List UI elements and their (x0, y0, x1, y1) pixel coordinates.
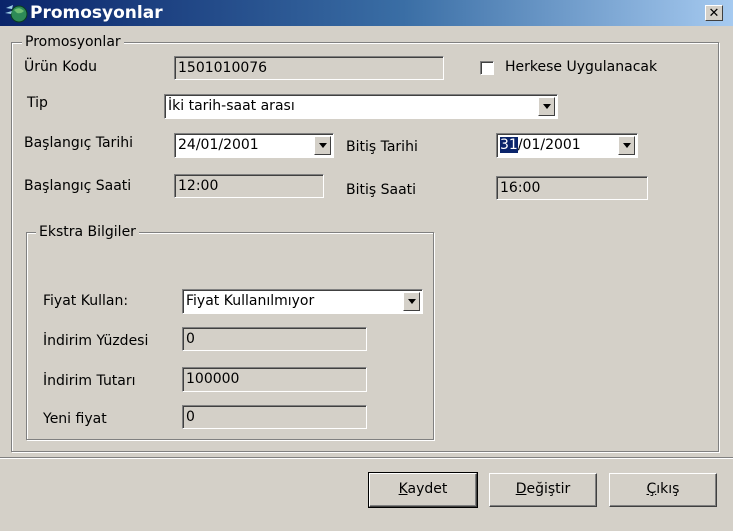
urun-kodu-field[interactable]: 1501010076 (174, 56, 444, 80)
baslangic-tarihi-label: Başlangıç Tarihi (24, 135, 133, 151)
cikis-label: ıkış (656, 481, 680, 497)
indirim-tutari-field[interactable]: 100000 (182, 367, 367, 392)
indirim-tutari-label: İndirim Tutarı (43, 373, 136, 389)
group-legend: Promosyonlar (22, 34, 124, 50)
yeni-fiyat-label: Yeni fiyat (43, 411, 107, 427)
kaydet-button[interactable]: Kaydet (368, 472, 478, 508)
bitis-tarihi-day-selected: 31 (500, 137, 518, 153)
app-globe-icon (5, 5, 28, 23)
baslangic-saati-label: Başlangıç Saati (24, 178, 132, 194)
herkese-checkbox[interactable] (480, 61, 494, 75)
kaydet-mnemonic: K (398, 481, 408, 497)
indirim-yuzdesi-value: 0 (186, 331, 195, 347)
kaydet-label: aydet (407, 481, 448, 497)
bitis-tarihi-rest: /01/2001 (517, 137, 581, 153)
urun-kodu-value: 1501010076 (178, 60, 268, 76)
chevron-down-icon (543, 104, 551, 109)
bitis-saati-label: Bitiş Saati (346, 182, 417, 198)
degistir-label: eğiştir (526, 481, 571, 497)
tip-dropdown-button[interactable] (538, 97, 555, 116)
fiyat-kullan-select[interactable]: Fiyat Kullanılmıyor (182, 289, 423, 314)
baslangic-tarihi-picker[interactable]: 24/01/2001 (174, 133, 334, 158)
cikis-button[interactable]: Çıkış (609, 473, 717, 507)
degistir-button[interactable]: Değiştir (489, 473, 597, 507)
yeni-fiyat-field[interactable]: 0 (182, 405, 367, 429)
baslangic-tarihi-value: 24/01/2001 (178, 137, 259, 153)
bitis-tarihi-dropdown-button[interactable] (618, 136, 635, 155)
bitis-tarihi-picker[interactable]: 31/01/2001 (496, 133, 638, 158)
cikis-mnemonic: Ç (646, 481, 657, 497)
fiyat-kullan-dropdown-button[interactable] (403, 292, 420, 311)
chevron-down-icon (319, 143, 327, 148)
fiyat-kullan-label: Fiyat Kullan: (43, 293, 129, 309)
yeni-fiyat-value: 0 (186, 409, 195, 425)
herkese-label[interactable]: Herkese Uygulanacak (505, 59, 657, 75)
close-button[interactable]: ✕ (705, 5, 723, 21)
group-legend: Ekstra Bilgiler (36, 224, 139, 240)
baslangic-saati-field[interactable]: 12:00 (174, 174, 324, 198)
window-title: Promosyonlar (30, 3, 163, 23)
close-icon: ✕ (708, 6, 720, 21)
bitis-saati-field[interactable]: 16:00 (496, 176, 648, 200)
indirim-yuzdesi-label: İndirim Yüzdesi (43, 333, 149, 349)
tip-label: Tip (27, 95, 48, 111)
fiyat-kullan-value: Fiyat Kullanılmıyor (186, 293, 315, 309)
title-bar[interactable]: Promosyonlar ✕ (0, 0, 733, 26)
bitis-tarihi-label: Bitiş Tarihi (346, 139, 418, 155)
tip-value: İki tarih-saat arası (168, 98, 295, 114)
baslangic-saati-value: 12:00 (178, 178, 219, 194)
urun-kodu-label: Ürün Kodu (24, 59, 98, 75)
bottom-separator-highlight (0, 458, 733, 459)
chevron-down-icon (623, 143, 631, 148)
bitis-saati-value: 16:00 (500, 180, 541, 196)
indirim-tutari-value: 100000 (186, 371, 240, 387)
chevron-down-icon (408, 299, 416, 304)
tip-select[interactable]: İki tarih-saat arası (164, 94, 558, 119)
baslangic-tarihi-dropdown-button[interactable] (314, 136, 331, 155)
indirim-yuzdesi-field[interactable]: 0 (182, 327, 367, 351)
degistir-mnemonic: D (515, 481, 527, 497)
